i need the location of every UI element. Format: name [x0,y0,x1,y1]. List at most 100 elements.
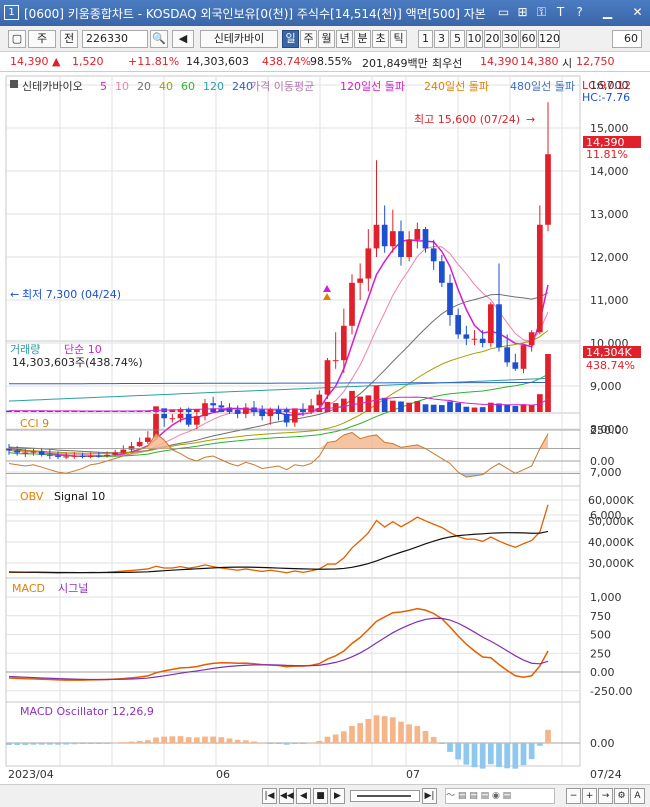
scroll-slider[interactable] [350,790,420,802]
interval-button-120[interactable]: 120 [538,30,560,48]
candle-body [316,394,323,406]
lock-icon[interactable]: ⚿ [534,5,549,20]
osc-bar [455,743,462,760]
hc-value: HC:-7.76 [582,91,630,104]
period-tab-3[interactable]: 년 [336,30,353,48]
help-icon[interactable]: ? [572,5,587,20]
legend-breakout-240: 240일선 돌파 [424,79,489,93]
minimize-icon[interactable]: ▁ [600,5,615,20]
macd-title[interactable]: MACD [12,582,45,595]
current-price: 14,390 [10,55,49,68]
candle-body [275,411,282,414]
tool-buttons[interactable]: 〜 ▤ ▤ ▤ ◉ ▤ [445,788,555,804]
candle-body [487,304,494,343]
text-icon[interactable]: T [553,5,568,20]
period-tab-2[interactable]: 월 [318,30,335,48]
legend-name[interactable]: 신테카바이오 [22,80,83,93]
candle-body [340,325,347,361]
zoom-in-icon[interactable]: + [582,788,597,804]
osc-bar [332,734,339,743]
osc-bar [169,736,176,743]
interval-button-30[interactable]: 30 [502,30,519,48]
osc-bar [234,739,241,743]
candle-body [120,449,127,453]
interval-button-3[interactable]: 3 [434,30,449,48]
stop-icon[interactable]: ■ [313,788,328,804]
volume-bar [275,409,282,412]
cci-title[interactable]: CCI 9 [20,417,49,430]
candle-body [38,451,45,455]
legend-breakout-480: 480일선 돌파 [510,79,575,93]
trade-amount: 201,849백만 [362,57,428,70]
period-tab-1[interactable]: 주 [300,30,317,48]
scroll-prev-icon[interactable]: ◀ [296,788,311,804]
stock-chart-svg[interactable]: 신테카바이오 5 10 20 40 60 120 240 가격 이동평균 120일선 돌파 … [0,74,650,788]
osc-bar [14,743,21,745]
obv-signal-line [8,530,549,574]
price-axis-label: 9,000 [590,380,622,393]
settings-icon[interactable]: ⊞ [515,5,530,20]
volume-bar [389,400,396,412]
scroll-last-icon[interactable]: ▶| [422,788,437,804]
volume-bar [251,409,257,412]
osc-bar [308,742,315,744]
scroll-right-icon[interactable]: → [598,788,613,804]
candle-body [545,154,551,225]
count-input[interactable]: 60 [612,30,642,48]
scroll-next-icon[interactable]: ▶ [330,788,345,804]
candle-body [471,338,478,340]
speaker-icon[interactable]: ◀ [172,30,194,48]
interval-button-1[interactable]: 1 [418,30,433,48]
period-tab-6[interactable]: 틱 [390,30,407,48]
candle-body [71,455,78,457]
macd-axis-label: 250 [590,647,611,660]
scroll-prev-page-icon[interactable]: ◀◀ [279,788,294,804]
legend-ma-60: 60 [181,80,195,93]
osc-bar [545,729,551,743]
close-icon[interactable]: ✕ [630,5,645,20]
svg-text:510204060120240: 5 10 20 40 60 120 240 [100,80,253,93]
window-number-badge[interactable]: 1 [4,5,19,20]
chart-type-icon[interactable]: ▢ [8,30,26,48]
price-legend: 신테카바이오 5 10 20 40 60 120 240 가격 이동평균 120일선 돌파 … [10,79,631,104]
volume-title[interactable]: 거래량 [10,343,40,356]
toolbar: ▢ 주 전 226330 🔍 ◀ 신테카바이 60 일 주 월 년 분 초 틱 1 3 5 10 20… [0,26,650,52]
osc-bar [528,743,535,760]
price-axis-label: 16,000 [590,79,629,92]
candle-body [430,248,437,262]
settings-gear-icon[interactable]: ⚙ [614,788,629,804]
volume-bar [349,390,355,412]
candle-body [365,248,372,279]
market-select[interactable]: 주 [28,30,56,48]
chart-area[interactable]: 신테카바이오 5 10 20 40 60 120 240 가격 이동평균 120일선 돌파 … [0,74,650,788]
search-icon[interactable]: 🔍 [150,30,168,48]
stock-name-field[interactable]: 신테카바이 [200,30,278,48]
change-percent: +11.81% [128,55,180,68]
window-icon[interactable]: ▭ [496,5,511,20]
candle-body [479,338,486,343]
osc-bar [144,740,151,743]
code-input[interactable]: 226330 [82,30,148,48]
volume-bar [479,407,486,412]
zoom-out-icon[interactable]: − [566,788,581,804]
obv-title[interactable]: OBV [20,490,44,503]
range-select[interactable]: 전 [60,30,78,48]
period-tab-5[interactable]: 초 [372,30,389,48]
auto-icon[interactable]: A [630,788,645,804]
period-tab-0[interactable]: 일 [282,30,299,48]
volume-bar [259,409,266,412]
osc-title[interactable]: MACD Oscillator 12,26,9 [20,705,154,718]
osc-bar [365,718,372,743]
interval-button-20[interactable]: 20 [484,30,501,48]
trade-rate: 98.55% [310,55,352,68]
scroll-first-icon[interactable]: |◀ [262,788,277,804]
bottom-scroll-bar: |◀ ◀◀ ◀ ■ ▶ ▶| 〜 ▤ ▤ ▤ ◉ ▤ − + → ⚙ A [0,784,650,807]
osc-bar [259,742,266,744]
period-tab-4[interactable]: 분 [354,30,371,48]
osc-bar [471,743,478,768]
osc-bar [414,726,421,743]
interval-button-5[interactable]: 5 [450,30,465,48]
candle-body [63,456,70,458]
interval-button-10[interactable]: 10 [466,30,483,48]
interval-button-60[interactable]: 60 [520,30,537,48]
